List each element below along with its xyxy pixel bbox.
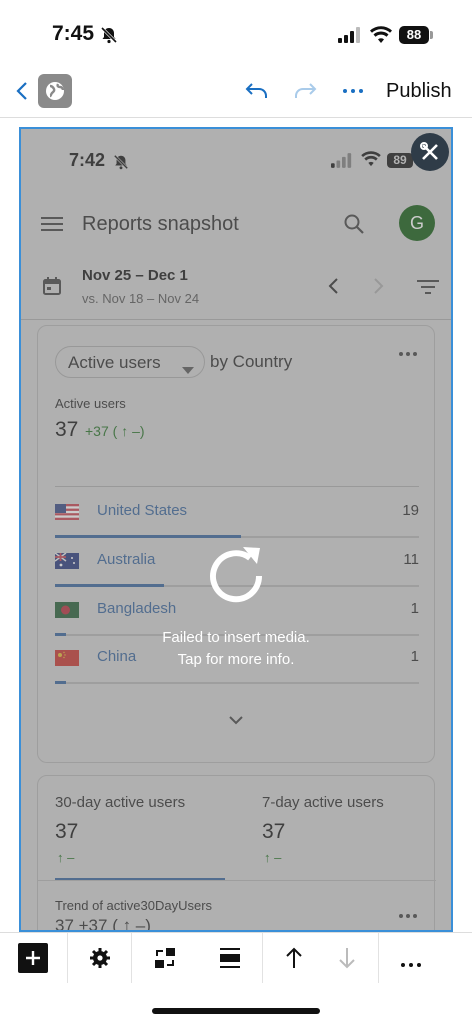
retry-icon[interactable] (203, 543, 269, 614)
media-error-overlay[interactable] (21, 129, 451, 930)
bell-muted-icon (100, 26, 118, 49)
signal-icon (338, 27, 362, 48)
add-block-icon[interactable] (18, 943, 48, 973)
battery-tip (430, 31, 433, 39)
more-icon[interactable] (340, 80, 366, 107)
align-icon[interactable] (220, 947, 240, 997)
status-bar: 7:45 88 (0, 0, 472, 70)
editor-toolbar: Publish (0, 70, 472, 118)
toolbar-separator (67, 933, 68, 983)
settings-icon[interactable] (89, 947, 111, 997)
chevron-left-icon[interactable] (14, 80, 32, 107)
tools-icon[interactable] (411, 133, 449, 171)
toolbar-separator (262, 933, 263, 983)
redo-icon[interactable] (292, 80, 318, 107)
status-time: 7:45 (52, 22, 95, 45)
error-message[interactable]: Failed to insert media. (21, 629, 451, 646)
error-hint[interactable]: Tap for more info. (21, 651, 451, 668)
move-down-icon[interactable] (337, 946, 357, 996)
media-block[interactable]: 7:42 89 Reports snapshot G Nov 25 – Dec … (19, 127, 453, 932)
battery-icon: 88 (399, 26, 429, 44)
more-icon[interactable] (400, 955, 422, 1005)
home-indicator (152, 1008, 320, 1014)
toolbar-separator (378, 933, 379, 983)
replace-icon[interactable] (153, 947, 177, 997)
toolbar-separator (131, 933, 132, 983)
block-toolbar (0, 932, 472, 983)
embedded-screenshot: 7:42 89 Reports snapshot G Nov 25 – Dec … (21, 129, 451, 930)
move-up-icon[interactable] (284, 946, 304, 996)
wifi-icon (370, 26, 392, 49)
undo-icon[interactable] (244, 80, 270, 107)
globe-icon[interactable] (38, 74, 72, 108)
publish-button[interactable]: Publish (386, 80, 452, 103)
